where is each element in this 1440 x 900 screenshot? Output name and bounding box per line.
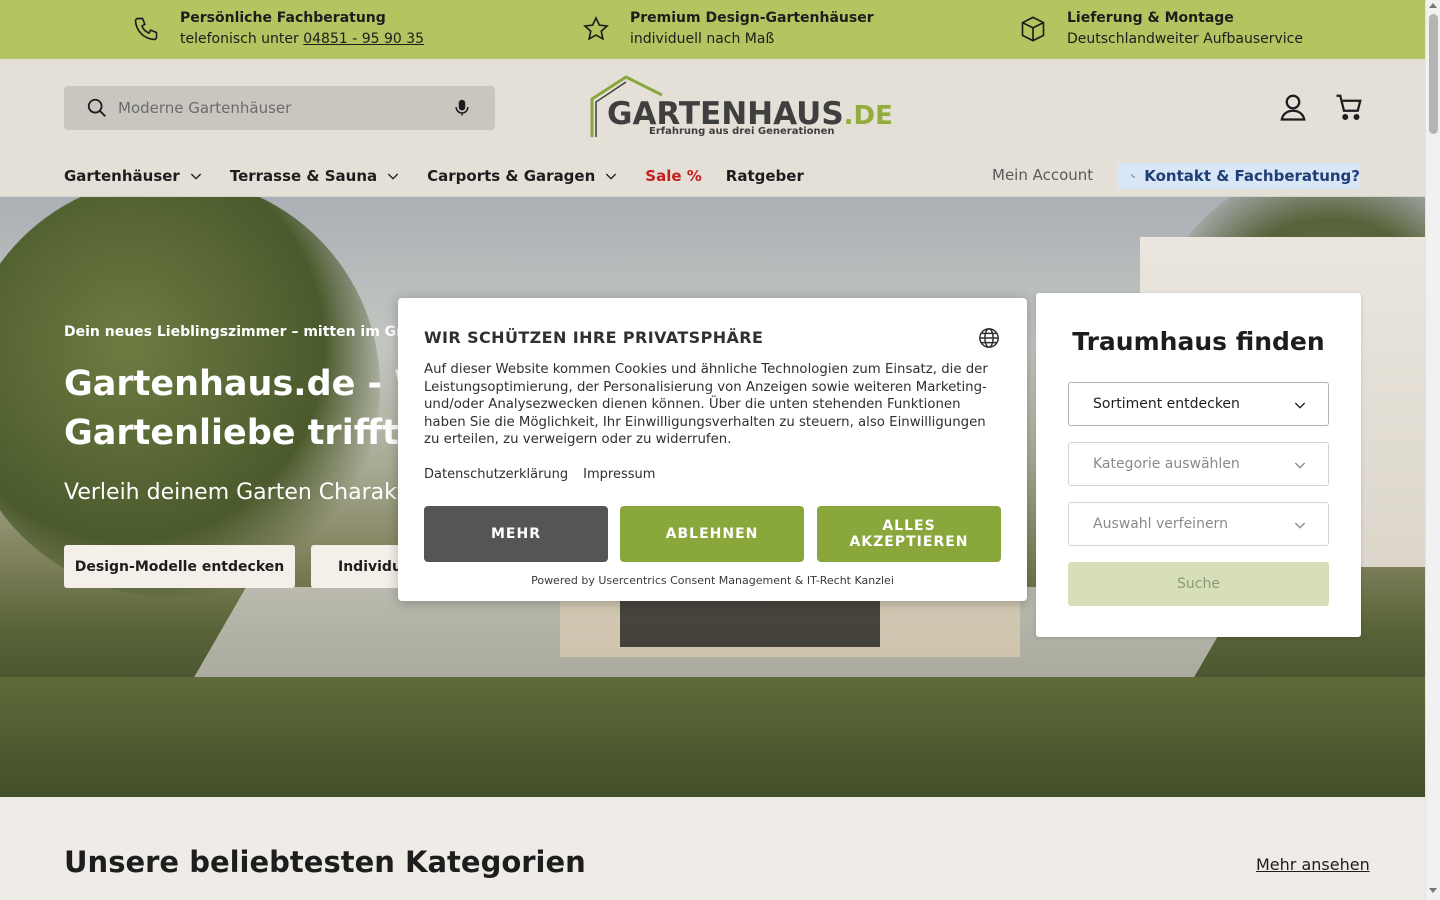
site-header: GARTENHAUS.DE Erfahrung aus drei Generat… bbox=[0, 59, 1425, 197]
search-bar bbox=[64, 86, 495, 130]
search-input[interactable] bbox=[118, 86, 438, 130]
consent-links: Datenschutzerklärung Impressum bbox=[424, 467, 670, 482]
phone-icon bbox=[134, 17, 158, 41]
select-label: Sortiment entdecken bbox=[1093, 396, 1240, 412]
microphone-icon[interactable] bbox=[452, 97, 472, 119]
sortiment-select[interactable]: Sortiment entdecken bbox=[1068, 382, 1329, 426]
page-scrollbar[interactable] bbox=[1425, 0, 1440, 900]
usp-title: Premium Design-Gartenhäuser bbox=[630, 10, 874, 26]
logo-tagline: Erfahrung aus drei Generationen bbox=[649, 126, 835, 137]
chevron-down-icon bbox=[1294, 462, 1306, 469]
main-nav: Gartenhäuser Terrasse & Sauna Carports &… bbox=[64, 163, 830, 189]
star-icon bbox=[583, 15, 609, 41]
nav-sale[interactable]: Sale % bbox=[645, 167, 702, 185]
usp-consultation: Persönliche Fachberatung telefonisch unt… bbox=[132, 8, 424, 50]
usp-design: Premium Design-Gartenhäuser individuell … bbox=[582, 8, 874, 50]
usp-bar: Persönliche Fachberatung telefonisch unt… bbox=[0, 0, 1425, 59]
logo-tld: .DE bbox=[843, 101, 893, 131]
consent-text: Auf dieser Website kommen Cookies und äh… bbox=[424, 362, 988, 448]
auswahl-select[interactable]: Auswahl verfeinern bbox=[1068, 502, 1329, 546]
usp-sub-prefix: telefonisch unter bbox=[180, 31, 304, 47]
consent-accept-all-button[interactable]: ALLES AKZEPTIEREN bbox=[817, 506, 1001, 562]
usp-sub: Deutschlandweiter Aufbauservice bbox=[1067, 31, 1303, 47]
categories-more-link[interactable]: Mehr ansehen bbox=[1256, 855, 1370, 874]
design-models-button[interactable]: Design-Modelle entdecken bbox=[64, 545, 295, 588]
usp-delivery: Lieferung & Montage Deutschlandweiter Au… bbox=[1019, 8, 1303, 50]
cart-icon[interactable] bbox=[1334, 92, 1364, 122]
usp-sub: individuell nach Maß bbox=[630, 31, 775, 47]
chevron-down-icon bbox=[1294, 522, 1306, 529]
box-icon bbox=[1021, 16, 1045, 42]
consent-title: WIR SCHÜTZEN IHRE PRIVATSPHÄRE bbox=[424, 328, 764, 347]
nav-label: Carports & Garagen bbox=[427, 167, 596, 185]
nav-label: Terrasse & Sauna bbox=[229, 167, 378, 185]
scrollbar-thumb[interactable] bbox=[1429, 14, 1438, 134]
chevron-down-icon bbox=[606, 173, 617, 180]
kontakt-label: Kontakt & Fachberatung? bbox=[1144, 167, 1360, 185]
hero-image-lawn bbox=[0, 677, 1425, 797]
phone-link[interactable]: 04851 - 95 90 35 bbox=[303, 31, 424, 47]
consent-powered-by: Powered by Usercentrics Consent Manageme… bbox=[531, 574, 894, 587]
traumhaus-finder: Traumhaus finden Sortiment entdecken Kat… bbox=[1036, 293, 1361, 637]
privacy-link[interactable]: Datenschutzerklärung bbox=[424, 467, 568, 482]
select-label: Kategorie auswählen bbox=[1093, 456, 1240, 472]
search-icon[interactable] bbox=[86, 97, 108, 119]
nav-gartenhaeuser[interactable]: Gartenhäuser bbox=[64, 167, 204, 185]
finder-search-button[interactable]: Suche bbox=[1068, 562, 1329, 606]
nav-carports-garagen[interactable]: Carports & Garagen bbox=[427, 167, 619, 185]
scroll-up-arrow-icon[interactable] bbox=[1429, 3, 1437, 8]
usp-sub: telefonisch unter 04851 - 95 90 35 bbox=[180, 28, 424, 50]
account-icon[interactable] bbox=[1278, 92, 1308, 122]
imprint-link[interactable]: Impressum bbox=[583, 467, 655, 482]
scroll-down-arrow-icon[interactable] bbox=[1429, 888, 1437, 893]
hero-eyebrow: Dein neues Lieblingszimmer – mitten im G… bbox=[64, 324, 424, 340]
nav-ratgeber[interactable]: Ratgeber bbox=[726, 167, 804, 185]
chevron-down-icon bbox=[388, 173, 399, 180]
nav-label: Sale % bbox=[645, 167, 702, 185]
globe-icon[interactable] bbox=[978, 327, 1000, 349]
select-label: Auswahl verfeinern bbox=[1093, 516, 1228, 532]
hero-subtitle: Verleih deinem Garten Charakter bbox=[64, 480, 429, 505]
mein-account-link[interactable]: Mein Account bbox=[992, 166, 1093, 184]
site-logo[interactable]: GARTENHAUS.DE Erfahrung aus drei Generat… bbox=[588, 75, 893, 143]
kontakt-button[interactable]: Kontakt & Fachberatung? bbox=[1117, 163, 1360, 189]
chevron-down-icon bbox=[190, 173, 201, 180]
usp-title: Lieferung & Montage bbox=[1067, 10, 1234, 26]
kategorie-select[interactable]: Kategorie auswählen bbox=[1068, 442, 1329, 486]
finder-title: Traumhaus finden bbox=[1072, 327, 1325, 356]
nav-terrasse-sauna[interactable]: Terrasse & Sauna bbox=[230, 167, 401, 185]
chevron-down-icon bbox=[1294, 402, 1306, 409]
usp-title: Persönliche Fachberatung bbox=[180, 10, 386, 26]
nav-label: Gartenhäuser bbox=[64, 167, 180, 185]
consent-dialog: WIR SCHÜTZEN IHRE PRIVATSPHÄRE Auf diese… bbox=[398, 298, 1027, 601]
consent-decline-button[interactable]: ABLEHNEN bbox=[620, 506, 804, 562]
categories-title: Unsere beliebtesten Kategorien bbox=[64, 845, 586, 879]
nav-label: Ratgeber bbox=[725, 167, 804, 185]
phone-icon bbox=[1131, 174, 1135, 178]
consent-more-button[interactable]: MEHR bbox=[424, 506, 608, 562]
